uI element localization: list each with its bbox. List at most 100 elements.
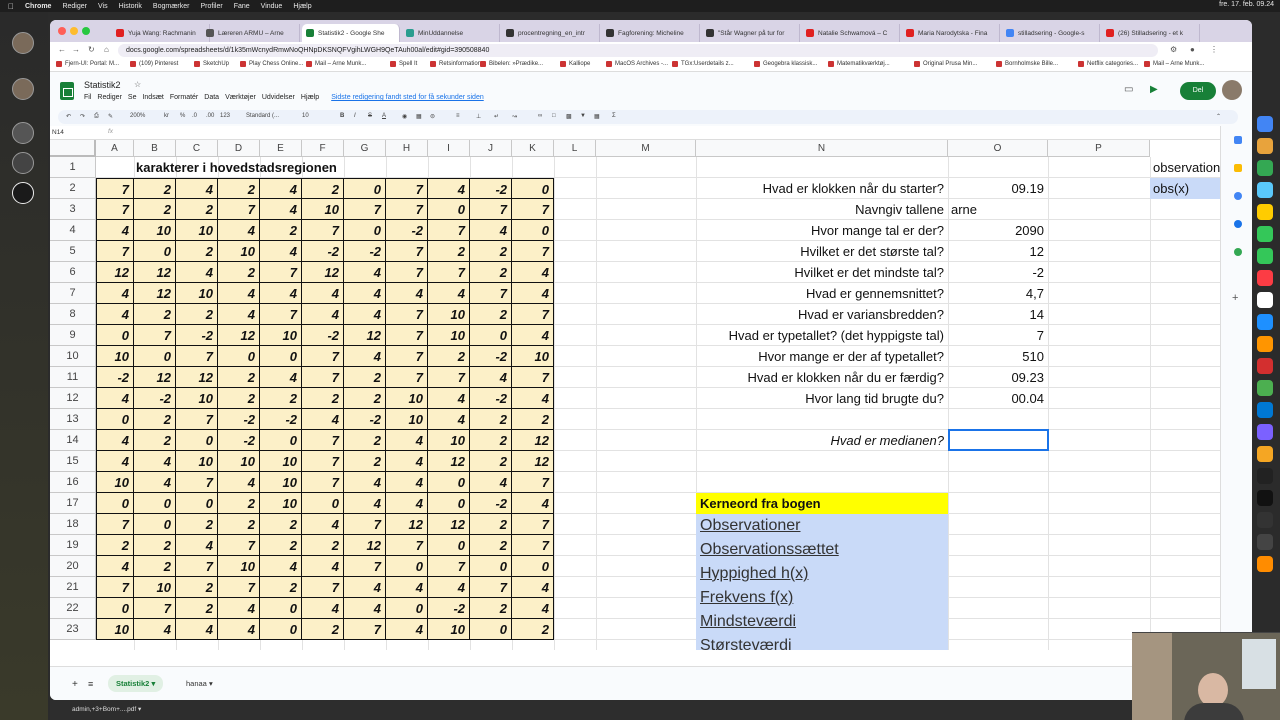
browser-tab[interactable]: stilladsering - Google-s: [1002, 24, 1100, 42]
answer-cell[interactable]: 09.23: [948, 367, 1048, 388]
data-cell[interactable]: 7: [386, 346, 428, 367]
question-label[interactable]: Hvilket er det største tal?: [696, 241, 948, 262]
data-cell[interactable]: 2: [134, 430, 176, 451]
answer-cell[interactable]: 14: [948, 304, 1048, 325]
menubar-item[interactable]: Vindue: [261, 3, 283, 10]
data-cell[interactable]: 2: [260, 577, 302, 598]
name-box[interactable]: N14: [52, 128, 100, 138]
data-cell[interactable]: 7: [386, 199, 428, 220]
bookmark-item[interactable]: Geogebra klassisk...: [754, 61, 817, 67]
app-icon[interactable]: [1257, 314, 1273, 330]
all-sheets-icon[interactable]: ≡: [88, 679, 93, 689]
share-button[interactable]: Del: [1180, 82, 1216, 100]
data-cell[interactable]: 4: [134, 451, 176, 472]
home-icon[interactable]: ⌂: [104, 45, 109, 54]
data-cell[interactable]: 2: [218, 262, 260, 283]
data-cell[interactable]: 7: [344, 619, 386, 640]
data-cell[interactable]: 0: [218, 346, 260, 367]
bold-icon[interactable]: B: [340, 113, 344, 119]
data-cell[interactable]: 2: [512, 619, 554, 640]
data-cell[interactable]: 4: [218, 472, 260, 493]
data-cell[interactable]: 4: [218, 619, 260, 640]
app-icon[interactable]: [1257, 358, 1273, 374]
bookmark-item[interactable]: Retsinformation: [430, 61, 481, 67]
browser-tab[interactable]: procentregning_en_intr: [502, 24, 600, 42]
data-cell[interactable]: 0: [428, 493, 470, 514]
question-label[interactable]: Hvad er klokken når du er færdig?: [696, 367, 948, 388]
menubar-item[interactable]: Bogmærker: [153, 3, 190, 10]
data-cell[interactable]: 2: [470, 262, 512, 283]
column-header[interactable]: K: [512, 140, 554, 157]
data-cell[interactable]: 7: [386, 178, 428, 199]
data-cell[interactable]: 7: [428, 220, 470, 241]
data-cell[interactable]: 4: [302, 514, 344, 535]
data-cell[interactable]: 7: [470, 577, 512, 598]
app-icon[interactable]: [1257, 402, 1273, 418]
data-cell[interactable]: 7: [302, 367, 344, 388]
data-cell[interactable]: 2: [302, 388, 344, 409]
row-header[interactable]: 7: [50, 283, 96, 304]
row-header[interactable]: 11: [50, 367, 96, 388]
data-cell[interactable]: 0: [428, 472, 470, 493]
data-cell[interactable]: 2: [176, 304, 218, 325]
data-cell[interactable]: 10: [512, 346, 554, 367]
menubar-item[interactable]: Profiler: [201, 3, 223, 10]
rotate-icon[interactable]: ↝: [512, 113, 517, 120]
menu-formater[interactable]: Formatér: [170, 94, 198, 101]
data-cell[interactable]: 7: [344, 199, 386, 220]
cell-p1[interactable]: observationssæt: [1150, 157, 1220, 178]
add-addon-icon[interactable]: +: [1232, 292, 1238, 304]
data-cell[interactable]: 0: [260, 598, 302, 619]
data-cell[interactable]: 10: [260, 451, 302, 472]
data-cell[interactable]: 2: [134, 535, 176, 556]
data-cell[interactable]: 0: [512, 178, 554, 199]
profile-icon[interactable]: ●: [1190, 45, 1195, 54]
data-cell[interactable]: 0: [176, 493, 218, 514]
answer-cell[interactable]: 2090: [948, 220, 1048, 241]
data-cell[interactable]: -2: [218, 409, 260, 430]
bookmark-item[interactable]: Bornholmske Bille...: [996, 61, 1058, 67]
minimize-window-icon[interactable]: [70, 27, 78, 35]
bookmark-item[interactable]: Kalliope: [560, 61, 590, 67]
data-cell[interactable]: 0: [512, 220, 554, 241]
account-avatar[interactable]: [1222, 80, 1242, 100]
data-cell[interactable]: 4: [386, 577, 428, 598]
data-cell[interactable]: 0: [386, 556, 428, 577]
row-header[interactable]: 21: [50, 577, 96, 598]
data-cell[interactable]: 7: [302, 220, 344, 241]
data-cell[interactable]: 4: [428, 409, 470, 430]
data-cell[interactable]: 4: [302, 598, 344, 619]
data-cell[interactable]: 7: [302, 472, 344, 493]
extensions-icon[interactable]: ⚙: [1170, 45, 1177, 54]
row-header[interactable]: 8: [50, 304, 96, 325]
data-cell[interactable]: -2: [470, 346, 512, 367]
column-header[interactable]: A: [96, 140, 134, 157]
data-cell[interactable]: 0: [470, 619, 512, 640]
data-cell[interactable]: 10: [176, 388, 218, 409]
data-cell[interactable]: 7: [134, 325, 176, 346]
data-cell[interactable]: 4: [428, 577, 470, 598]
data-cell[interactable]: 12: [386, 514, 428, 535]
data-cell[interactable]: 4: [428, 388, 470, 409]
data-cell[interactable]: 4: [96, 451, 134, 472]
data-cell[interactable]: 10: [218, 556, 260, 577]
row-header[interactable]: 12: [50, 388, 96, 409]
data-cell[interactable]: 0: [96, 325, 134, 346]
chrome-icon[interactable]: [1257, 160, 1273, 176]
data-cell[interactable]: 7: [386, 325, 428, 346]
row-header[interactable]: 16: [50, 472, 96, 493]
data-cell[interactable]: 0: [470, 325, 512, 346]
answer-cell[interactable]: 510: [948, 346, 1048, 367]
keep-icon[interactable]: [1234, 164, 1242, 172]
align-icon[interactable]: ≡: [456, 113, 460, 119]
menubar-item[interactable]: Hjælp: [293, 3, 311, 10]
data-cell[interactable]: 7: [176, 346, 218, 367]
menu-hjaelp[interactable]: Hjælp: [301, 94, 319, 101]
print-icon[interactable]: ⎙: [94, 113, 99, 120]
answer-cell[interactable]: 00.04: [948, 388, 1048, 409]
keywords-header[interactable]: Kerneord fra bogen: [696, 493, 948, 514]
menubar-clock[interactable]: fre. 17. feb. 09.24: [1219, 1, 1274, 8]
data-cell[interactable]: 2: [218, 178, 260, 199]
cell-p2[interactable]: obs(x): [1150, 178, 1220, 199]
data-cell[interactable]: 2: [344, 451, 386, 472]
